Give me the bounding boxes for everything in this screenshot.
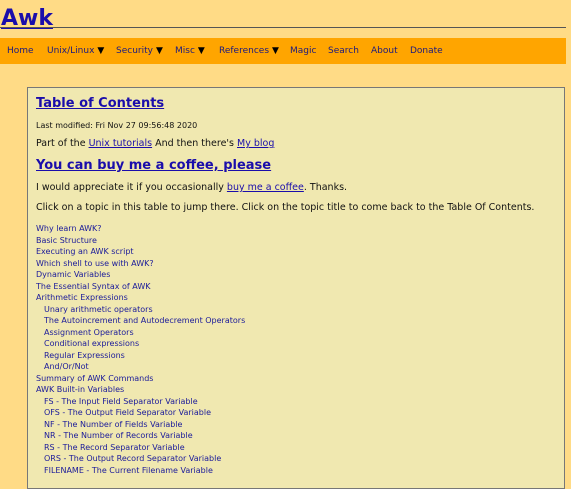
buy-coffee-link[interactable]: buy me a coffee [227,182,304,193]
coffee-heading-link[interactable]: You can buy me a coffee, please [36,158,271,173]
my-blog-link[interactable]: My blog [237,138,274,149]
toc-item[interactable]: The Autoincrement and Autodecrement Oper… [36,315,245,327]
toc-item[interactable]: Arithmetic Expressions [36,292,245,304]
toc-list: Why learn AWK? Basic Structure Executing a… [36,223,245,476]
toc-item[interactable]: NR - The Number of Records Variable [36,430,245,442]
nav-home[interactable]: Home [7,38,34,64]
toc-item[interactable]: AWK Built-in Variables [36,384,245,396]
nav-magic[interactable]: Magic [290,38,316,64]
appreciate-paragraph: I would appreciate it if you occasionall… [36,182,347,193]
nav-misc[interactable]: Misc ▼ [175,38,205,64]
toc-item[interactable]: Basic Structure [36,235,245,247]
nav-security-label: Security [116,46,153,56]
toc-item[interactable]: Dynamic Variables [36,269,245,281]
nav-donate-label: Donate [410,46,443,56]
nav-misc-label: Misc [175,46,195,56]
click-instructions: Click on a topic in this table to jump t… [36,202,535,213]
dropdown-arrow-icon: ▼ [197,46,205,56]
toc-item[interactable]: Why learn AWK? [36,223,245,235]
nav-search[interactable]: Search [328,38,359,64]
toc-item[interactable]: Unary arithmetic operators [36,304,245,316]
toc-heading-link[interactable]: Table of Contents [36,96,164,111]
toc-item[interactable]: Conditional expressions [36,338,245,350]
dropdown-arrow-icon: ▼ [97,46,105,56]
blog-middle-text: And then there's [152,138,237,149]
toc-item[interactable]: The Essential Syntax of AWK [36,281,245,293]
nav-references-label: References [219,46,270,56]
nav-unix-linux-label: Unix/Linux [47,46,95,56]
toc-item[interactable]: OFS - The Output Field Separator Variabl… [36,407,245,419]
title-divider [0,27,566,28]
appreciate-suffix: . Thanks. [303,182,348,193]
dropdown-arrow-icon: ▼ [155,46,163,56]
toc-item[interactable]: FILENAME - The Current Filename Variable [36,465,245,477]
nav-about-label: About [371,46,398,56]
nav-unix-linux[interactable]: Unix/Linux ▼ [47,38,104,64]
nav-security[interactable]: Security ▼ [116,38,163,64]
toc-item[interactable]: Assignment Operators [36,327,245,339]
appreciate-prefix: I would appreciate it if you occasionall… [36,182,227,193]
toc-item[interactable]: ORS - The Output Record Separator Variab… [36,453,245,465]
nav-donate[interactable]: Donate [410,38,443,64]
unix-tutorials-link[interactable]: Unix tutorials [89,138,153,149]
nav-magic-label: Magic [290,46,317,56]
toc-item[interactable]: RS - The Record Separator Variable [36,442,245,454]
nav-references[interactable]: References ▼ [219,38,279,64]
part-of-paragraph: Part of the Unix tutorials And then ther… [36,138,274,149]
last-modified-text: Last modified: Fri Nov 27 09:56:48 2020 [36,121,198,130]
toc-item[interactable]: Regular Expressions [36,350,245,362]
content-panel: Table of Contents Last modified: Fri Nov… [27,87,565,489]
toc-item[interactable]: Which shell to use with AWK? [36,258,245,270]
toc-item[interactable]: Summary of AWK Commands [36,373,245,385]
nav-search-label: Search [328,46,359,56]
toc-item[interactable]: NF - The Number of Fields Variable [36,419,245,431]
nav-about[interactable]: About [371,38,398,64]
nav-home-label: Home [7,46,34,56]
main-navbar: Home Unix/Linux ▼ Security ▼ Misc ▼ Referen… [0,38,566,64]
toc-item[interactable]: And/Or/Not [36,361,245,373]
part-of-prefix: Part of the [36,138,89,149]
dropdown-arrow-icon: ▼ [272,46,279,56]
toc-item[interactable]: Executing an AWK script [36,246,245,258]
toc-item[interactable]: FS - The Input Field Separator Variable [36,396,245,408]
